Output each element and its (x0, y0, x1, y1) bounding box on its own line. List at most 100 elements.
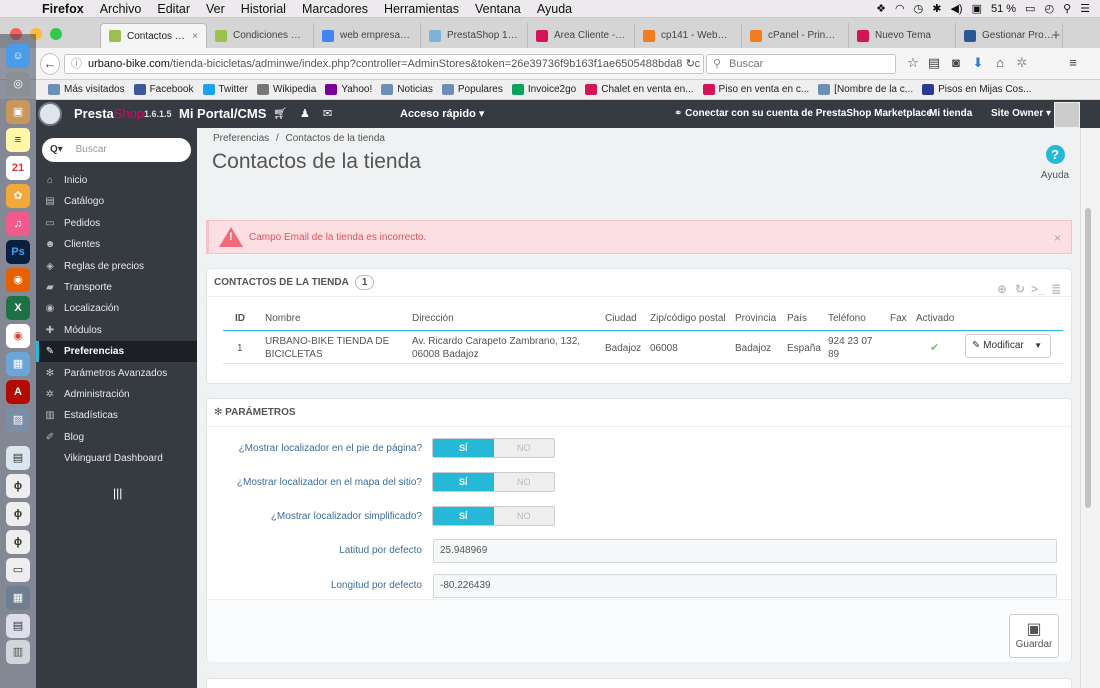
browser-tab[interactable]: web empresa - ... (314, 23, 421, 48)
longitude-input[interactable]: -80.226439 (433, 574, 1057, 598)
bookmark-item[interactable]: Piso en venta en c... (702, 84, 809, 95)
spotlight-icon[interactable]: ⚲ (1063, 2, 1071, 15)
time-machine-icon[interactable]: ◷ (914, 2, 924, 15)
dropbox-icon[interactable]: ❖ (876, 2, 886, 15)
bookmark-item[interactable]: Yahoo! (325, 84, 372, 95)
extension-icon[interactable]: ✲ (1013, 55, 1031, 71)
contacts-icon[interactable]: ▣ (6, 100, 30, 124)
simplified-locator-toggle[interactable]: SÍ NO (432, 506, 555, 526)
export-db-icon[interactable]: ≣ (1047, 275, 1065, 296)
sidebar-item-módulos[interactable]: ✚ Módulos (36, 320, 197, 341)
acrobat-icon[interactable]: A (6, 380, 30, 404)
browser-tab[interactable]: Contactos de... × (100, 23, 207, 48)
sidebar-item-localización[interactable]: ◉ Localización (36, 298, 197, 319)
input-icon[interactable]: ▣ (972, 2, 982, 15)
new-tab-icon[interactable]: + (1043, 23, 1069, 48)
hamburger-menu-icon[interactable]: ≡ (1064, 55, 1082, 70)
user-icon[interactable]: ♟ (300, 107, 310, 120)
browser-tab[interactable]: cp141 - WebHos... (635, 23, 742, 48)
volume-icon[interactable]: ◀) (950, 2, 962, 15)
sidebar-item-estadísticas[interactable]: ▥ Estadísticas (36, 405, 197, 426)
bookmark-item[interactable]: Facebook (133, 84, 194, 95)
toggle-no[interactable]: NO (493, 473, 554, 491)
menu-firefox[interactable]: Firefox (34, 2, 92, 16)
sidebar-item-reglas-de-precios[interactable]: ◈ Reglas de precios (36, 256, 197, 277)
screenshot-file-icon[interactable]: ▭ (6, 558, 30, 582)
shop-name-link[interactable]: Mi Portal/CMS (179, 106, 266, 121)
browser-tab[interactable]: cPanel - Principal (742, 23, 849, 48)
back-icon[interactable]: ← (40, 53, 60, 75)
itunes-icon[interactable]: ♫ (6, 212, 30, 236)
finder-icon[interactable]: ☺ (6, 44, 30, 68)
menu-herramientas[interactable]: Herramientas (376, 2, 467, 16)
chevron-down-icon[interactable]: ▼ (1034, 335, 1042, 357)
url-bar[interactable]: ⓘ urbano-bike.com/tienda-bicicletas/admi… (64, 54, 704, 74)
bookmark-item[interactable]: Noticias (381, 84, 433, 95)
toggle-no[interactable]: NO (493, 507, 554, 525)
bike-image-icon-2[interactable]: ɸ (6, 502, 30, 526)
bookmark-star-icon[interactable]: ☆ (904, 55, 922, 71)
collapse-sidebar-icon[interactable]: ||| (113, 486, 122, 500)
add-new-icon[interactable]: ⊕ (993, 275, 1011, 296)
bookmark-item[interactable]: Populares (441, 84, 503, 95)
sidebar-item-parámetros-avanzados[interactable]: ✻ Parámetros Avanzados (36, 363, 197, 384)
bookmark-item[interactable]: [Nombre de la c... (818, 84, 913, 95)
trash-icon[interactable]: ▥ (6, 640, 30, 664)
sidebar-item-vikinguard-dashboard[interactable]: Vikinguard Dashboard (36, 448, 197, 469)
cart-icon[interactable]: 🛒︎ (273, 107, 287, 120)
search-dropdown-icon[interactable]: Q▾ (50, 144, 63, 155)
bluetooth-icon[interactable]: ✱ (932, 2, 941, 15)
home-icon[interactable]: ⌂ (991, 55, 1009, 70)
sidebar-item-inicio[interactable]: ⌂ Inicio (36, 170, 197, 191)
toggle-yes[interactable]: SÍ (433, 473, 494, 491)
pocket-icon[interactable]: ◙ (947, 55, 965, 70)
excel-icon[interactable]: X (6, 296, 30, 320)
menu-editar[interactable]: Editar (149, 2, 198, 16)
brand-name[interactable]: PrestaShop (74, 106, 144, 121)
menu-archivo[interactable]: Archivo (92, 2, 150, 16)
doc-file-icon[interactable]: ▤ (6, 446, 30, 470)
sidebar-item-clientes[interactable]: ☻ Clientes (36, 234, 197, 255)
help-button[interactable]: ? Ayuda (1040, 145, 1070, 181)
notification-icon[interactable]: ☰ (1080, 2, 1090, 15)
edit-button[interactable]: ✎ Modificar ▼ (965, 334, 1051, 358)
wifi-icon[interactable]: ◠ (895, 2, 905, 15)
calendar-icon[interactable]: 21 (6, 156, 30, 180)
scrollbar[interactable] (1080, 128, 1100, 688)
menu-ayuda[interactable]: Ayuda (529, 2, 580, 16)
close-tab-icon[interactable]: × (192, 31, 198, 42)
firefox-icon[interactable]: ◉ (6, 268, 30, 292)
menu-ventana[interactable]: Ventana (467, 2, 529, 16)
bike-image-icon-1[interactable]: ɸ (6, 474, 30, 498)
sidebar-item-administración[interactable]: ✲ Administración (36, 384, 197, 405)
reload-icon[interactable]: ↻ (681, 55, 695, 73)
preview-icon[interactable]: ▦ (6, 352, 30, 376)
sitemap-locator-toggle[interactable]: SÍ NO (432, 472, 555, 492)
zoom-window-icon[interactable] (50, 28, 62, 40)
menu-marcadores[interactable]: Marcadores (294, 2, 376, 16)
toggle-yes[interactable]: SÍ (433, 439, 494, 457)
clock-icon[interactable]: ◴ (1044, 2, 1054, 15)
active-check-icon[interactable]: ✔ (930, 342, 939, 355)
menu-historial[interactable]: Historial (233, 2, 294, 16)
toggle-no[interactable]: NO (493, 439, 554, 457)
info-icon[interactable]: ⓘ (71, 55, 82, 73)
bookmark-item[interactable]: Wikipedia (256, 84, 316, 95)
marketplace-connect-link[interactable]: ⚭ Conectar con su cuenta de PrestaShop M… (674, 108, 932, 119)
sidebar-item-catálogo[interactable]: ▤ Catálogo (36, 191, 197, 212)
breadcrumb-preferencias[interactable]: Preferencias (213, 133, 269, 144)
battery-label[interactable]: 51 % (991, 3, 1016, 15)
sidebar-item-preferencias[interactable]: ✎ Preferencias (36, 341, 197, 363)
prestashop-logo-icon[interactable] (38, 102, 62, 126)
bookmark-item[interactable]: Invoice2go (511, 84, 576, 95)
library-icon[interactable]: ▤ (925, 55, 943, 71)
chrome-icon[interactable]: ◉ (6, 324, 30, 348)
download-icon[interactable]: ⬇ (969, 55, 987, 71)
bookmark-item[interactable]: Twitter (202, 84, 248, 95)
photoshop-icon[interactable]: Ps (6, 240, 30, 264)
latitude-input[interactable]: 25.948969 (433, 539, 1057, 563)
admin-search-input[interactable]: Q▾ Buscar (42, 138, 191, 162)
bookmark-item[interactable]: Más visitados (48, 84, 125, 95)
browser-tab[interactable]: PrestaShop 1.6.x... (421, 23, 528, 48)
notes-icon[interactable]: ≡ (6, 128, 30, 152)
